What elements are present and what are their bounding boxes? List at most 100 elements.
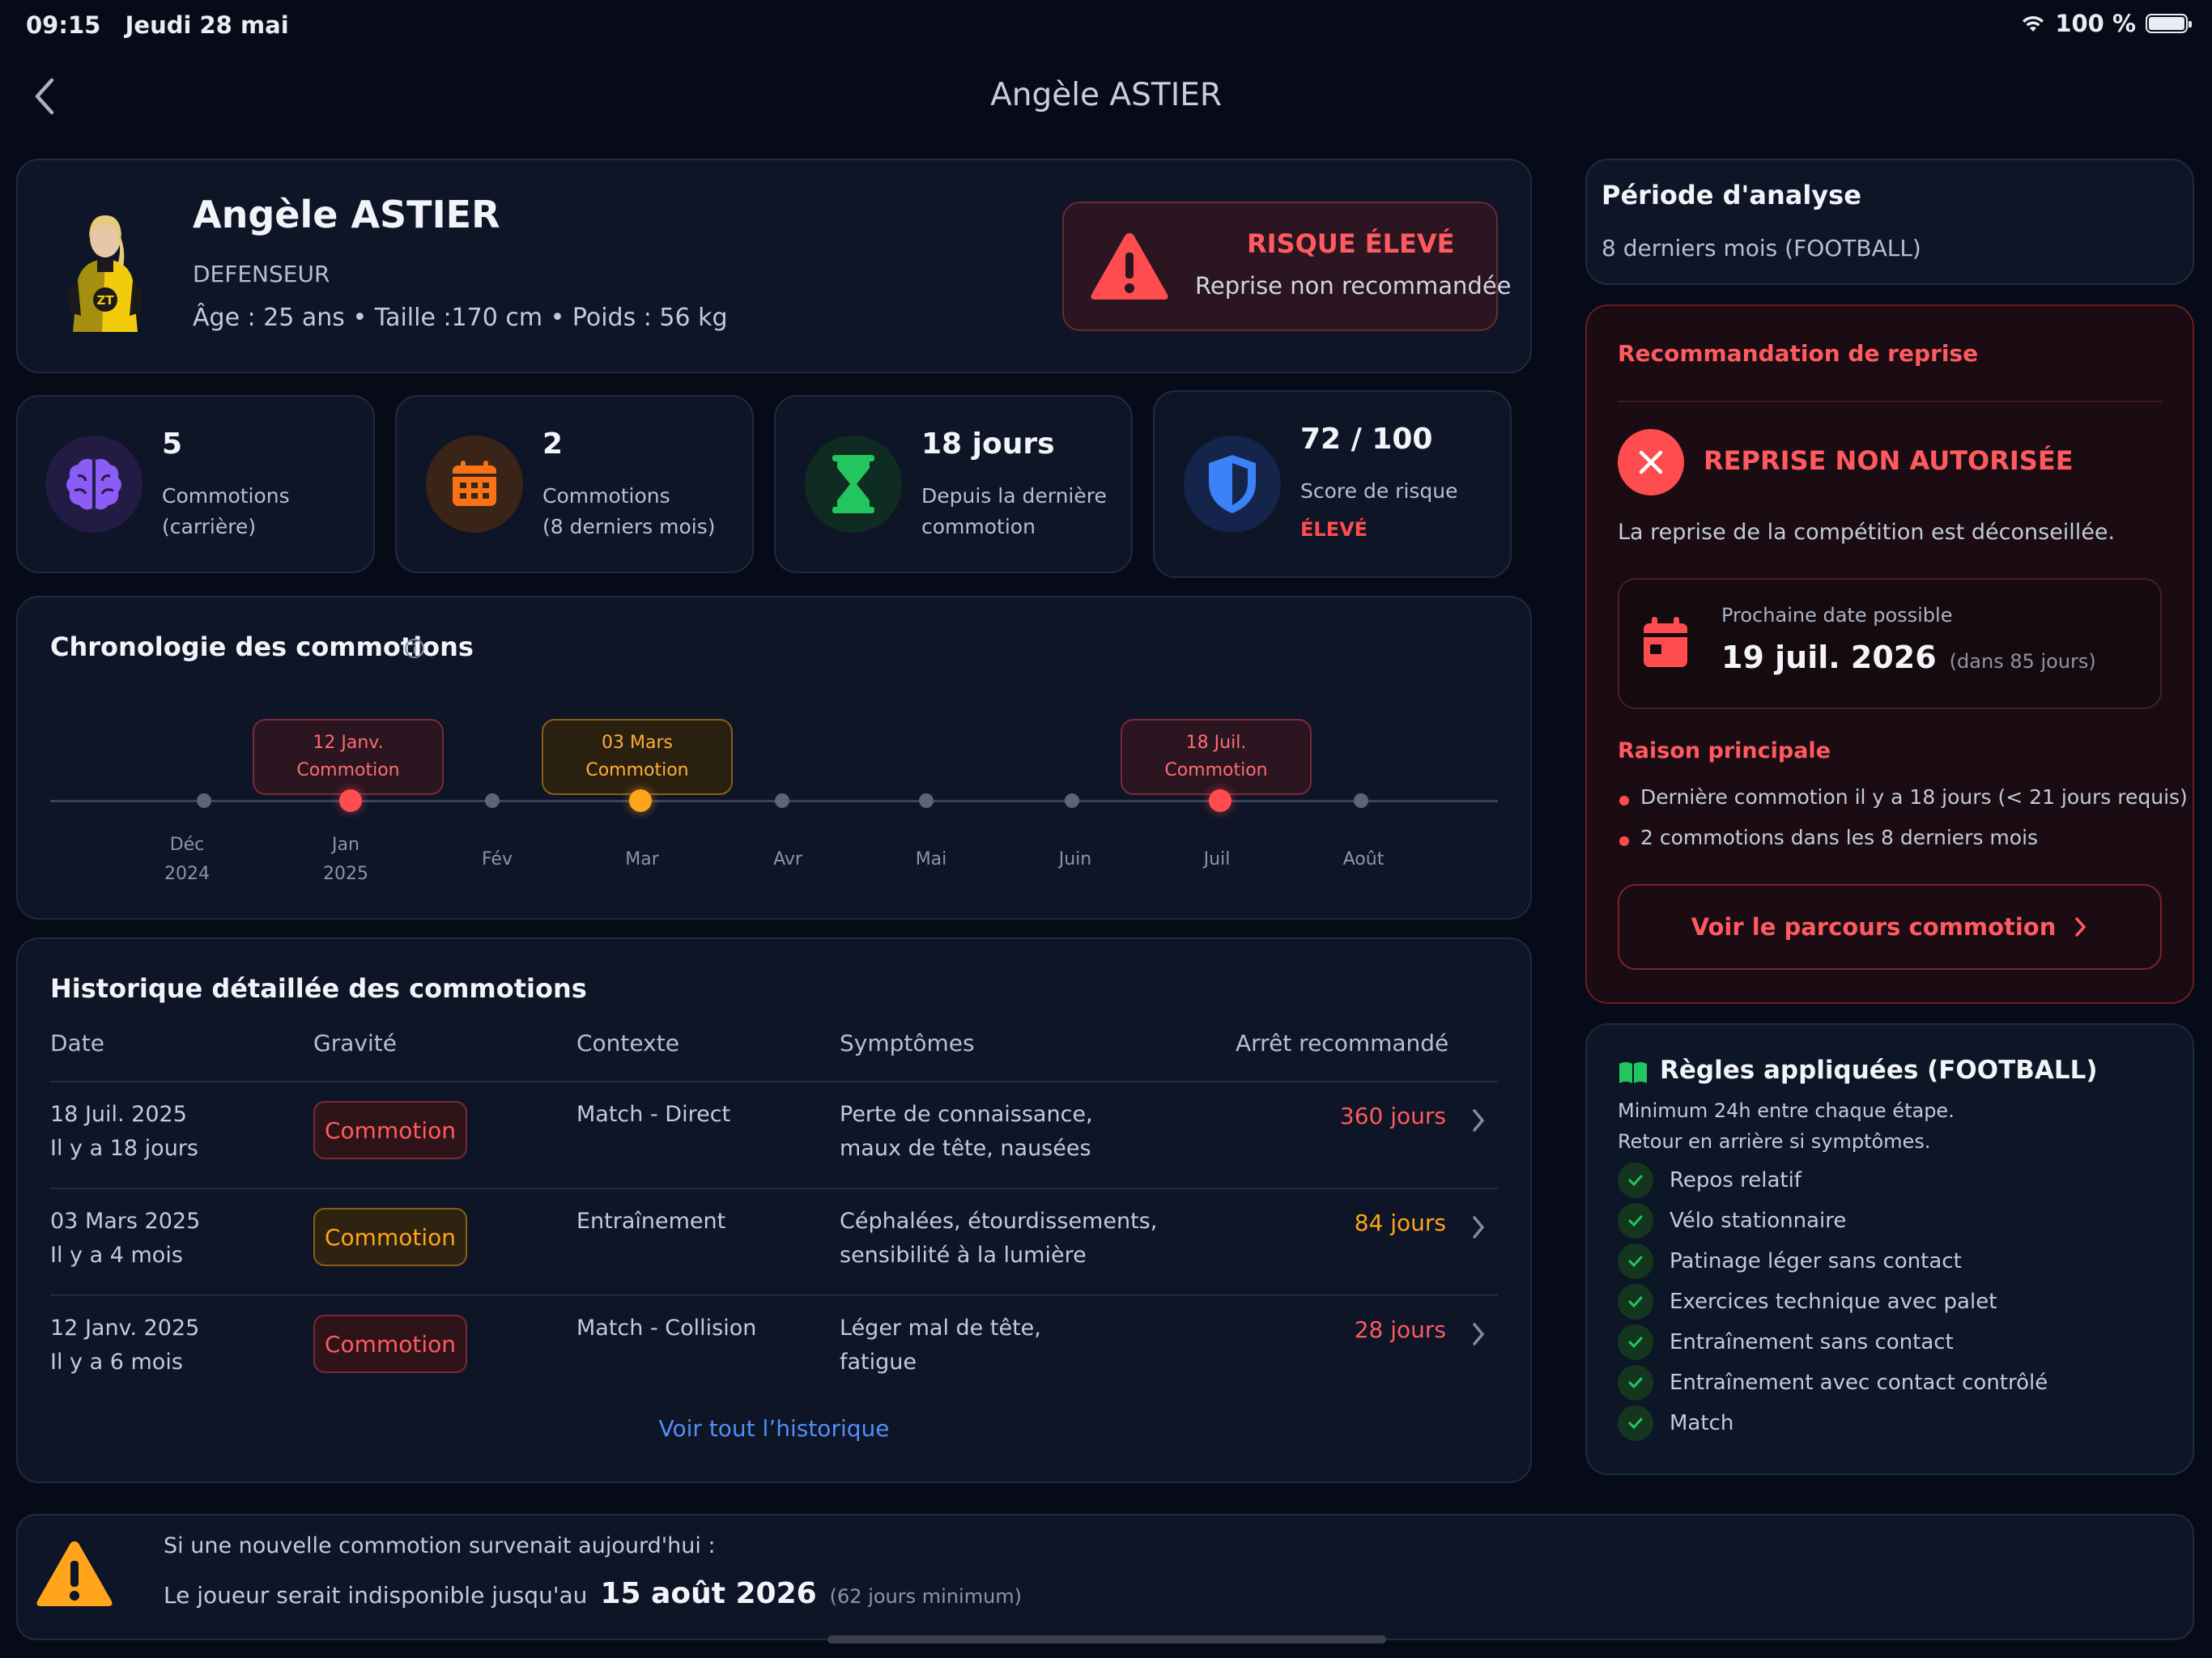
timeline-event-jul[interactable]: 18 Juil. Commotion [1121,719,1312,795]
timeline-month-year: 2024 [164,864,210,884]
close-circle-icon [1618,429,1684,495]
chevron-right-icon[interactable] [1470,1107,1487,1137]
timeline-month: Déc 2024 [138,831,236,889]
rule-step: Entraînement avec contact contrôlé [1618,1365,2048,1401]
timeline-month: Fév [481,849,513,869]
row-symptoms-line1: Céphalées, étourdissements, [840,1209,1158,1234]
bullet [1619,836,1629,846]
stat-career-label-line2: (carrière) [162,515,257,538]
rule-step: Vélo stationnaire [1618,1203,2048,1239]
gravity-badge: Commotion [313,1208,467,1266]
rule-step-label: Match [1670,1411,1734,1435]
status-time: 09:15 [26,11,101,39]
row-stop-duration: 360 jours [1339,1103,1446,1129]
gravity-badge: Commotion [313,1101,467,1159]
table-row[interactable] [16,1296,1532,1401]
info-icon[interactable] [403,637,426,663]
column-header-symptoms: Symptômes [840,1030,975,1056]
timeline-dot-event[interactable] [339,789,362,812]
status-bar-time: 09:15 Jeudi 28 mai [26,11,289,39]
row-date-value: 12 Janv. 2025 [50,1316,200,1341]
timeline-axis [50,800,1498,802]
gravity-badge: Commotion [313,1315,467,1373]
player-name: Angèle ASTIER [193,193,500,236]
timeline-event-date: 18 Juil. [1185,733,1247,753]
timeline-month-name: Jan [332,835,359,855]
battery-icon [2146,14,2192,33]
row-date-ago: Il y a 6 mois [50,1350,183,1375]
chevron-right-icon[interactable] [1470,1214,1487,1244]
row-symptoms-line2: sensibilité à la lumière [840,1243,1087,1268]
table-row[interactable] [16,1082,1532,1188]
rule-step-label: Entraînement avec contact contrôlé [1670,1371,2048,1395]
next-date-label: Prochaine date possible [1721,604,1953,627]
player-details: Âge : 25 ans • Taille :170 cm • Poids : … [193,304,728,332]
warning-line2: Le joueur serait indisponible jusqu'au 1… [164,1577,1022,1610]
rule-step-label: Entraînement sans contact [1670,1330,1954,1354]
calendar-icon [426,436,523,533]
rules-line2: Retour en arrière si symptômes. [1618,1130,1931,1153]
check-icon [1618,1203,1653,1239]
timeline-dot-event[interactable] [629,789,652,812]
book-icon [1618,1061,1648,1088]
timeline-month: Jan 2025 [297,831,394,889]
timeline-dot [775,793,789,808]
chevron-right-icon[interactable] [1470,1321,1487,1350]
rule-step-label: Vélo stationnaire [1670,1209,1847,1233]
bullet [1619,796,1629,806]
jersey-logo-text: ZT [96,293,114,308]
stat-recent-label-line2: (8 derniers mois) [542,515,716,538]
stat-career-label: Commotions (carrière) [162,481,290,542]
timeline-month: Juil [1203,849,1231,869]
timeline-event-label: Commotion [585,760,689,780]
column-header-gravity: Gravité [313,1030,397,1056]
reason-title: Raison principale [1618,738,1831,763]
recommendation-status: REPRISE NON AUTORISÉE [1704,445,2074,476]
brain-icon [45,436,143,533]
row-stop-duration: 28 jours [1354,1316,1446,1343]
column-header-date: Date [50,1030,104,1056]
stat-days-label-line1: Depuis la dernière [921,484,1107,508]
reason-item: 2 commotions dans les 8 derniers mois [1640,826,2039,849]
rule-step-label: Patinage léger sans contact [1670,1249,1962,1273]
recommendation-divider [1618,401,2162,402]
view-concussion-path-button[interactable]: Voir le parcours commotion [1618,884,2162,970]
rules-steps-list: Repos relatif Vélo stationnaire Patinage… [1618,1163,2048,1441]
check-icon [1618,1405,1653,1441]
warning-icon [1087,228,1172,308]
stat-risk-score-level: ÉLEVÉ [1300,518,1368,541]
table-row[interactable] [16,1189,1532,1295]
timeline-month-year: 2025 [323,864,368,884]
row-date: 12 Janv. 2025 Il y a 6 mois [50,1312,199,1380]
rule-step: Patinage léger sans contact [1618,1244,2048,1279]
timeline-event-label: Commotion [296,760,400,780]
analysis-period-value: 8 derniers mois (FOOTBALL) [1602,235,1921,261]
warning-icon [34,1538,115,1614]
rule-step: Exercices technique avec palet [1618,1284,2048,1320]
see-all-history-link[interactable]: Voir tout l’historique [16,1415,1532,1442]
stat-career-value: 5 [162,427,183,461]
row-date-value: 03 Mars 2025 [50,1209,201,1234]
analysis-period-card[interactable] [1585,159,2194,285]
status-bar-right: 100 % [2021,10,2192,37]
row-symptoms: Céphalées, étourdissements, sensibilité … [840,1205,1157,1273]
timeline-event-mar[interactable]: 03 Mars Commotion [542,719,733,795]
timeline-event-jan[interactable]: 12 Janv. Commotion [253,719,444,795]
stat-days-label-line2: commotion [921,515,1036,538]
player-position: DEFENSEUR [193,261,330,287]
column-header-context: Contexte [576,1030,679,1056]
stat-risk-score-label-line1: Score de risque [1300,479,1458,503]
rule-step: Entraînement sans contact [1618,1324,2048,1360]
stat-days-label: Depuis la dernière commotion [921,481,1107,542]
row-context: Match - Collision [576,1316,757,1341]
timeline-month: Août [1342,849,1385,869]
rule-step: Repos relatif [1618,1163,2048,1198]
analysis-period-title: Période d'analyse [1602,180,1861,210]
timeline-dot-event[interactable] [1209,789,1231,812]
wifi-icon [2023,15,2044,32]
timeline-dot [919,793,934,808]
check-icon [1618,1163,1653,1198]
warning-line1: Si une nouvelle commotion survenait aujo… [164,1533,716,1558]
home-indicator[interactable] [827,1635,1386,1643]
row-symptoms-line1: Léger mal de tête, [840,1316,1041,1341]
